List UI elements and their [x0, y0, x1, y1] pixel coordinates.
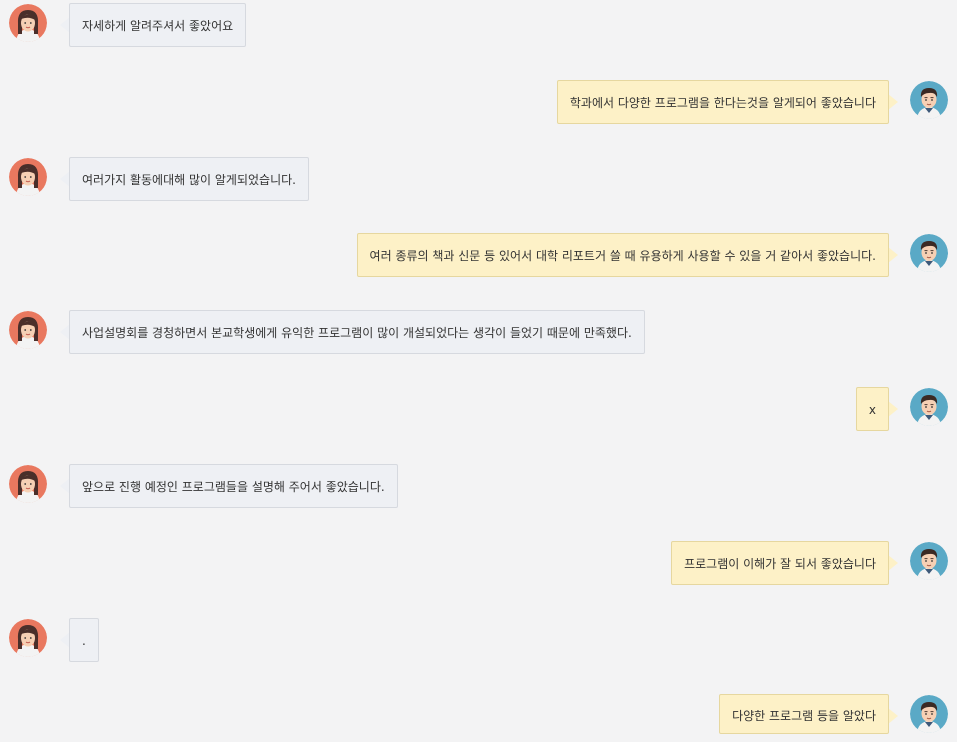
- chat-message: 다양한 프로그램 등을 알았다: [0, 694, 957, 742]
- male-avatar-icon: [910, 234, 948, 272]
- chat-message: 사업설명회를 경청하면서 본교학생에게 유익한 프로그램이 많이 개설되었다는 …: [0, 310, 957, 358]
- bubble-tail: [888, 247, 898, 263]
- female-avatar-icon: [9, 619, 47, 657]
- message-bubble: 앞으로 진행 예정인 프로그램들을 설명해 주어서 좋았습니다.: [69, 464, 398, 508]
- male-avatar-icon: [910, 695, 948, 733]
- chat-message: 여러 종류의 책과 신문 등 있어서 대학 리포트거 쓸 때 유용하게 사용할 …: [0, 233, 957, 281]
- chat-message: 자세하게 알려주셔서 좋았어요: [0, 3, 957, 51]
- chat-message: x: [0, 387, 957, 435]
- chat-message: .: [0, 618, 957, 666]
- message-bubble: 다양한 프로그램 등을 알았다: [719, 694, 889, 734]
- message-bubble: 자세하게 알려주셔서 좋았어요: [69, 3, 247, 47]
- male-avatar-icon: [910, 542, 948, 580]
- male-avatar-icon: [910, 388, 948, 426]
- bubble-tail: [888, 555, 898, 571]
- female-avatar-icon: [9, 158, 47, 196]
- message-bubble: 여러가지 활동에대해 많이 알게되었습니다.: [69, 157, 309, 201]
- message-bubble: 여러 종류의 책과 신문 등 있어서 대학 리포트거 쓸 때 유용하게 사용할 …: [356, 233, 889, 277]
- message-bubble: 학과에서 다양한 프로그램을 한다는것을 알게되어 좋았습니다: [556, 80, 889, 124]
- chat-message: 여러가지 활동에대해 많이 알게되었습니다.: [0, 157, 957, 205]
- message-bubble: .: [69, 618, 99, 662]
- message-bubble: 사업설명회를 경청하면서 본교학생에게 유익한 프로그램이 많이 개설되었다는 …: [69, 310, 645, 354]
- bubble-tail: [888, 94, 898, 110]
- chat-message: 앞으로 진행 예정인 프로그램들을 설명해 주어서 좋았습니다.: [0, 464, 957, 512]
- message-bubble: x: [855, 387, 889, 431]
- chat-thread: 자세하게 알려주셔서 좋았어요 학과에서 다양한 프로그램을 한다는것을 알게되…: [0, 0, 957, 736]
- chat-message: 학과에서 다양한 프로그램을 한다는것을 알게되어 좋았습니다: [0, 80, 957, 128]
- message-bubble: 프로그램이 이해가 잘 되서 좋았습니다: [671, 541, 889, 585]
- female-avatar-icon: [9, 465, 47, 503]
- female-avatar-icon: [9, 311, 47, 349]
- male-avatar-icon: [910, 81, 948, 119]
- bubble-tail: [888, 708, 898, 724]
- female-avatar-icon: [9, 4, 47, 42]
- bubble-tail: [888, 401, 898, 417]
- chat-message: 프로그램이 이해가 잘 되서 좋았습니다: [0, 541, 957, 589]
